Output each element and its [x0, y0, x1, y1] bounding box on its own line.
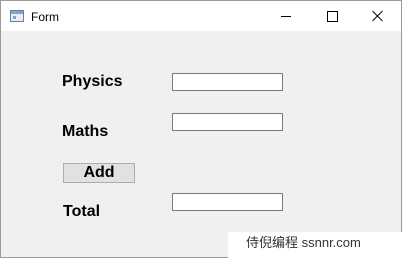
- watermark: 侍倪编程 ssnnr.com: [228, 232, 402, 258]
- total-label: Total: [63, 203, 101, 220]
- minimize-button[interactable]: [263, 1, 309, 31]
- physics-label: Physics: [62, 73, 123, 90]
- close-icon: [372, 10, 384, 22]
- maximize-icon: [326, 10, 338, 22]
- close-button[interactable]: [355, 1, 401, 31]
- maths-label: Maths: [62, 123, 109, 140]
- window-title: Form: [31, 10, 59, 24]
- total-input[interactable]: [172, 193, 283, 211]
- title-bar[interactable]: Form: [1, 1, 401, 31]
- maximize-button[interactable]: [309, 1, 355, 31]
- form-app-icon: [10, 10, 24, 22]
- maths-input[interactable]: [172, 113, 283, 131]
- physics-input[interactable]: [172, 73, 283, 91]
- minimize-icon: [281, 15, 291, 17]
- add-button[interactable]: Add: [63, 163, 135, 183]
- form-window: Form Physics Maths Add Total: [0, 0, 402, 258]
